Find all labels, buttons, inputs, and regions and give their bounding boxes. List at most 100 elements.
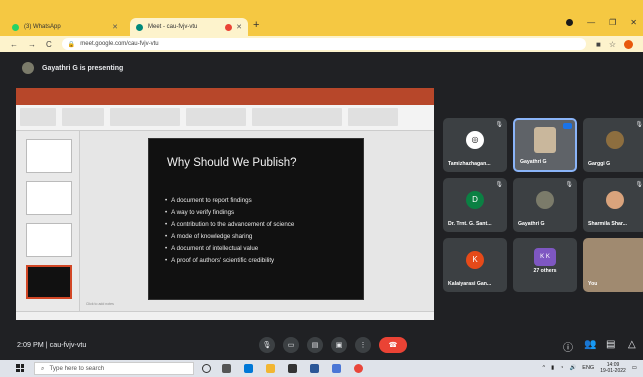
url-bar[interactable]: 🔒 meet.google.com/cau-fvjv-vtu bbox=[61, 38, 586, 50]
file-explorer-icon[interactable] bbox=[266, 364, 275, 373]
tab-meet[interactable]: Meet - cau-fvjv-vtu ✕ bbox=[130, 18, 248, 36]
avatar: K bbox=[466, 250, 484, 269]
ppt-ribbon-tabs bbox=[16, 98, 434, 105]
edge-icon[interactable] bbox=[244, 364, 253, 373]
slide-bullet: A contribution to the advancement of sci… bbox=[165, 219, 294, 231]
leave-call-button[interactable]: ☎ bbox=[379, 337, 407, 353]
self-tile[interactable]: You bbox=[583, 238, 643, 292]
meeting-code: cau-fvjv-vtu bbox=[49, 340, 87, 349]
meeting-info: 2:09 PM | cau-fvjv-vtu bbox=[17, 340, 86, 349]
taskbar-search[interactable]: ⌕ Type here to search bbox=[34, 362, 194, 375]
participant-name: Gayathri G bbox=[518, 221, 545, 227]
taskbar-clock[interactable]: 14:09 19-01-2022 bbox=[600, 362, 626, 374]
mic-off-icon: 🎙 bbox=[565, 182, 573, 188]
profile-icon[interactable] bbox=[566, 19, 574, 26]
meet-control-bar: 2:09 PM | cau-fvjv-vtu 🎙 ▭ ▤ ▣ ⋮ ☎ ⓘ 👥 ▤… bbox=[0, 330, 643, 360]
account-avatar[interactable] bbox=[624, 39, 633, 49]
avatar: K K bbox=[534, 248, 556, 267]
slide-bullet: A proof of authors' scientific credibili… bbox=[165, 255, 294, 267]
participant-name: Garggi G bbox=[588, 161, 611, 167]
avatar bbox=[606, 190, 624, 209]
network-icon[interactable]: ◔ bbox=[560, 365, 563, 371]
word-icon[interactable] bbox=[332, 364, 341, 373]
others-tile[interactable]: K K 27 others bbox=[513, 238, 577, 292]
cortana-icon[interactable] bbox=[202, 364, 211, 373]
participant-name: Dr. Trnt. G. Sant... bbox=[448, 221, 492, 227]
tab-label: (3) WhatsApp bbox=[24, 24, 61, 30]
plus-icon[interactable]: + bbox=[253, 19, 259, 31]
participant-name: You bbox=[588, 281, 598, 287]
current-time: 2:09 PM bbox=[17, 340, 44, 349]
mic-off-icon: 🎙 bbox=[635, 182, 643, 188]
avatar bbox=[534, 127, 556, 153]
more-options-icon[interactable] bbox=[563, 123, 572, 129]
avatar bbox=[536, 190, 554, 209]
activities-icon[interactable]: △ bbox=[628, 339, 636, 350]
camera-button[interactable]: ▭ bbox=[283, 337, 299, 353]
slide-thumbnail-selected[interactable] bbox=[26, 265, 72, 299]
slide-thumbnail[interactable] bbox=[26, 181, 72, 215]
clock-date: 19-01-2022 bbox=[600, 368, 626, 374]
chat-icon[interactable]: ▤ bbox=[606, 339, 615, 350]
mic-off-icon: 🎙 bbox=[495, 182, 503, 188]
participant-tile[interactable]: 🎙 Gayathri G bbox=[513, 178, 577, 232]
others-count: 27 others bbox=[533, 268, 557, 274]
avatar bbox=[22, 62, 34, 74]
battery-icon[interactable]: ▮ bbox=[551, 365, 554, 371]
participant-tile[interactable]: 🎙 Garggi G bbox=[583, 118, 643, 172]
slide-thumbnail[interactable] bbox=[26, 223, 72, 257]
avatar: D bbox=[466, 190, 484, 209]
slide-bullet: A mode of knowledge sharing bbox=[165, 231, 294, 243]
info-icon[interactable]: ⓘ bbox=[563, 339, 573, 354]
captions-button[interactable]: ▤ bbox=[307, 337, 323, 353]
maximize-icon[interactable]: ❐ bbox=[609, 18, 616, 27]
volume-icon[interactable]: 🔊 bbox=[569, 365, 576, 371]
participant-tile[interactable]: 🎙 ◎ Tamizhazhagan... bbox=[443, 118, 507, 172]
whatsapp-icon bbox=[12, 23, 19, 31]
windows-start-icon[interactable] bbox=[16, 364, 24, 372]
camera-icon[interactable]: ■ bbox=[596, 40, 601, 49]
notes-placeholder: Click to add notes bbox=[86, 302, 114, 306]
tab-label: Meet - cau-fvjv-vtu bbox=[148, 24, 198, 30]
slide-bullets: A document to report findings A way to v… bbox=[165, 195, 294, 267]
notifications-icon[interactable]: ▭ bbox=[632, 365, 637, 371]
chevron-up-icon[interactable]: ^ bbox=[542, 365, 545, 371]
search-icon: ⌕ bbox=[41, 364, 45, 372]
language-indicator[interactable]: ENG bbox=[582, 365, 594, 371]
close-window-icon[interactable]: ✕ bbox=[630, 18, 637, 27]
close-icon[interactable]: ✕ bbox=[112, 23, 118, 31]
current-slide: Why Should We Publish? A document to rep… bbox=[148, 138, 364, 300]
url-text: meet.google.com/cau-fvjv-vtu bbox=[80, 41, 159, 47]
shared-screen[interactable]: Why Should We Publish? A document to rep… bbox=[16, 88, 434, 320]
participant-tile[interactable]: 🎙 D Dr. Trnt. G. Sant... bbox=[443, 178, 507, 232]
presenting-banner: Gayathri G is presenting bbox=[0, 52, 643, 84]
present-button[interactable]: ▣ bbox=[331, 337, 347, 353]
windows-taskbar: ⌕ Type here to search ^ ▮ ◔ 🔊 ENG 14:09 … bbox=[0, 360, 643, 377]
slide-title: Why Should We Publish? bbox=[167, 157, 297, 169]
mic-off-icon: 🎙 bbox=[635, 122, 643, 128]
participant-tile[interactable]: 🎙 Sharmila Shar... bbox=[583, 178, 643, 232]
search-placeholder: Type here to search bbox=[49, 365, 105, 372]
forward-icon[interactable]: → bbox=[28, 40, 36, 49]
more-options-button[interactable]: ⋮ bbox=[355, 337, 371, 353]
participant-tile[interactable]: K Kalaiyarasi Gan... bbox=[443, 238, 507, 292]
ppt-ribbon bbox=[16, 105, 434, 131]
presenting-text: Gayathri G is presenting bbox=[42, 64, 124, 72]
chrome-icon[interactable] bbox=[354, 364, 363, 373]
people-icon[interactable]: 👥 bbox=[584, 339, 596, 350]
star-icon[interactable]: ☆ bbox=[609, 40, 616, 49]
lock-icon: 🔒 bbox=[67, 41, 76, 48]
mail-icon[interactable] bbox=[310, 364, 319, 373]
participant-tile-active[interactable]: Gayathri G bbox=[513, 118, 577, 172]
reload-icon[interactable]: C bbox=[46, 40, 52, 49]
mic-button[interactable]: 🎙 bbox=[259, 337, 275, 353]
slide-thumbnail[interactable] bbox=[26, 139, 72, 173]
store-icon[interactable] bbox=[288, 364, 297, 373]
tab-whatsapp[interactable]: (3) WhatsApp ✕ bbox=[6, 18, 124, 36]
task-view-icon[interactable] bbox=[222, 364, 231, 373]
slide-bullet: A document of intellectual value bbox=[165, 243, 294, 255]
participant-name: Tamizhazhagan... bbox=[448, 161, 491, 167]
close-icon[interactable]: ✕ bbox=[236, 23, 242, 31]
back-icon[interactable]: ← bbox=[10, 40, 18, 49]
minimize-icon[interactable]: — bbox=[587, 18, 595, 27]
